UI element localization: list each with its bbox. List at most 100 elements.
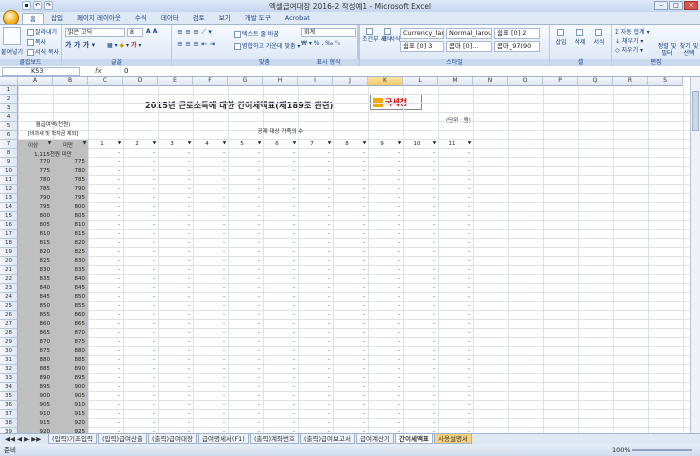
sheet-tab[interactable]: 간이세액표 — [395, 434, 433, 444]
currency-icon[interactable]: ₩ ▾ % , ‰ ⁰₀ — [301, 40, 340, 47]
row-header[interactable]: 22 — [0, 275, 18, 284]
style-item[interactable]: 쉼표 [0] 2 — [494, 28, 540, 39]
vertical-scrollbar[interactable] — [690, 77, 700, 433]
row-header[interactable]: 25 — [0, 302, 18, 311]
close-button[interactable]: × — [684, 1, 698, 10]
save-icon[interactable]: ▪ — [22, 1, 31, 10]
font-size-combo[interactable]: 8 — [127, 28, 143, 37]
sheet-tab[interactable]: (출력)급여대장 — [148, 434, 197, 444]
row-header[interactable]: 26 — [0, 311, 18, 320]
row-header[interactable]: 21 — [0, 266, 18, 275]
tab-3[interactable]: 수식 — [128, 13, 154, 24]
column-header[interactable]: I — [298, 77, 333, 86]
row-header[interactable]: 38 — [0, 419, 18, 428]
tab-8[interactable]: Acrobat — [278, 13, 317, 24]
tab-4[interactable]: 데이터 — [154, 13, 186, 24]
column-header[interactable]: N — [473, 77, 508, 86]
cut-button[interactable]: 잘라내기 — [27, 27, 57, 36]
worksheet-grid[interactable]: 2015년 근로소득에 대한 간이세액표(제189조 관련) 국세청 (단위 :… — [0, 77, 690, 433]
row-header[interactable]: 6 — [0, 131, 18, 140]
sheet-tab[interactable]: 급여명세서(F1) — [198, 434, 249, 444]
align-left-icon[interactable]: ≡ ≡ ≡ ⇤ ⇥ — [177, 40, 215, 48]
conditional-format-button[interactable]: 조건부 서식 — [362, 28, 392, 44]
column-header[interactable]: R — [613, 77, 648, 86]
column-header[interactable]: D — [123, 77, 158, 86]
fill-button[interactable]: ↓ 채우기 ▾ — [615, 36, 643, 45]
row-header[interactable]: 18 — [0, 239, 18, 248]
row-header[interactable]: 3 — [0, 104, 18, 113]
column-header[interactable]: Q — [578, 77, 613, 86]
row-header[interactable]: 17 — [0, 230, 18, 239]
row-header[interactable]: 33 — [0, 374, 18, 383]
tab-1[interactable]: 삽입 — [44, 13, 70, 24]
row-header[interactable]: 11 — [0, 176, 18, 185]
row-header[interactable]: 9 — [0, 158, 18, 167]
style-item[interactable]: Currency_lar... — [400, 28, 444, 39]
column-header[interactable]: C — [88, 77, 123, 86]
column-header[interactable]: K — [368, 77, 403, 86]
clear-button[interactable]: ◇ 지우기 ▾ — [615, 45, 643, 54]
style-item[interactable]: 콤마 [0]... — [446, 41, 492, 52]
row-header[interactable]: 2 — [0, 95, 18, 104]
row-header[interactable]: 4 — [0, 113, 18, 122]
column-header[interactable]: M — [438, 77, 473, 86]
sheet-tab[interactable]: (출력)급여보고서 — [300, 434, 355, 444]
row-header[interactable]: 23 — [0, 284, 18, 293]
column-header[interactable]: G — [228, 77, 263, 86]
formula-input[interactable]: 0 — [124, 67, 128, 75]
column-header[interactable]: S — [648, 77, 683, 86]
name-box[interactable]: K53 — [2, 67, 80, 76]
bold-button[interactable]: 가 가 가 ▾ — [65, 40, 95, 50]
column-header[interactable]: E — [158, 77, 193, 86]
row-header[interactable]: 16 — [0, 221, 18, 230]
number-format-combo[interactable]: 회계 — [301, 28, 356, 37]
column-header[interactable]: L — [403, 77, 438, 86]
column-header[interactable]: O — [508, 77, 543, 86]
row-header[interactable]: 30 — [0, 347, 18, 356]
row-header[interactable]: 10 — [0, 167, 18, 176]
row-header[interactable]: 20 — [0, 257, 18, 266]
row-header[interactable]: 5 — [0, 122, 18, 131]
insert-cells-button[interactable]: 삽입 — [553, 28, 569, 48]
fx-icon[interactable]: fx — [95, 67, 102, 75]
column-header[interactable]: F — [193, 77, 228, 86]
tab-5[interactable]: 검토 — [186, 13, 212, 24]
row-header[interactable]: 15 — [0, 212, 18, 221]
row-header[interactable]: 12 — [0, 185, 18, 194]
sheet-tab[interactable]: 사용설명서 — [434, 434, 472, 444]
maximize-button[interactable]: □ — [669, 1, 683, 10]
sheet-tab[interactable]: (입력)급여산출 — [98, 434, 147, 444]
format-painter-button[interactable]: 서식 복사 — [27, 47, 59, 56]
select-all-corner[interactable] — [0, 77, 18, 86]
sheet-tab[interactable]: (출력)계좌번호 — [250, 434, 299, 444]
sort-filter-button[interactable]: 정렬 및 필터 — [656, 43, 678, 57]
zoom-level[interactable]: 100% — [612, 444, 631, 456]
table-format-button[interactable]: 표 서식 — [382, 28, 400, 44]
find-select-button[interactable]: 찾기 및 선택 — [678, 43, 700, 57]
row-header[interactable]: 13 — [0, 194, 18, 203]
undo-icon[interactable]: ↶ — [33, 1, 42, 10]
row-header[interactable]: 36 — [0, 401, 18, 410]
row-header[interactable]: 28 — [0, 329, 18, 338]
scroll-thumb[interactable] — [692, 91, 699, 131]
sheet-nav-icon[interactable]: ◀◀ ◀ ▶ ▶▶ — [2, 434, 45, 444]
style-item[interactable]: Normal_laroux — [446, 28, 492, 39]
tab-2[interactable]: 페이지 레이아웃 — [70, 13, 128, 24]
column-header[interactable]: J — [333, 77, 368, 86]
row-header[interactable]: 34 — [0, 383, 18, 392]
align-top-icon[interactable]: ≡ ≡ ≡ ⟋ ▾ — [177, 28, 212, 37]
row-header[interactable]: 29 — [0, 338, 18, 347]
row-header[interactable]: 8 — [0, 149, 18, 158]
grow-font-icon[interactable]: A A — [146, 28, 157, 35]
column-header[interactable]: A — [18, 77, 53, 86]
autosum-button[interactable]: Σ 자동 합계 ▾ — [615, 27, 650, 36]
row-header[interactable]: 14 — [0, 203, 18, 212]
row-header[interactable]: 7 — [0, 140, 18, 149]
row-header[interactable]: 27 — [0, 320, 18, 329]
style-item[interactable]: 쉼표 [0] 3 — [400, 41, 444, 52]
delete-cells-button[interactable]: 삭제 — [572, 28, 588, 48]
tab-0[interactable]: 홈 — [22, 13, 44, 24]
row-header[interactable]: 37 — [0, 410, 18, 419]
merge-center-button[interactable]: 병합하고 가운데 맞춤 ▾ — [234, 41, 300, 50]
font-name-combo[interactable]: 맑은 고딕 — [65, 28, 125, 37]
